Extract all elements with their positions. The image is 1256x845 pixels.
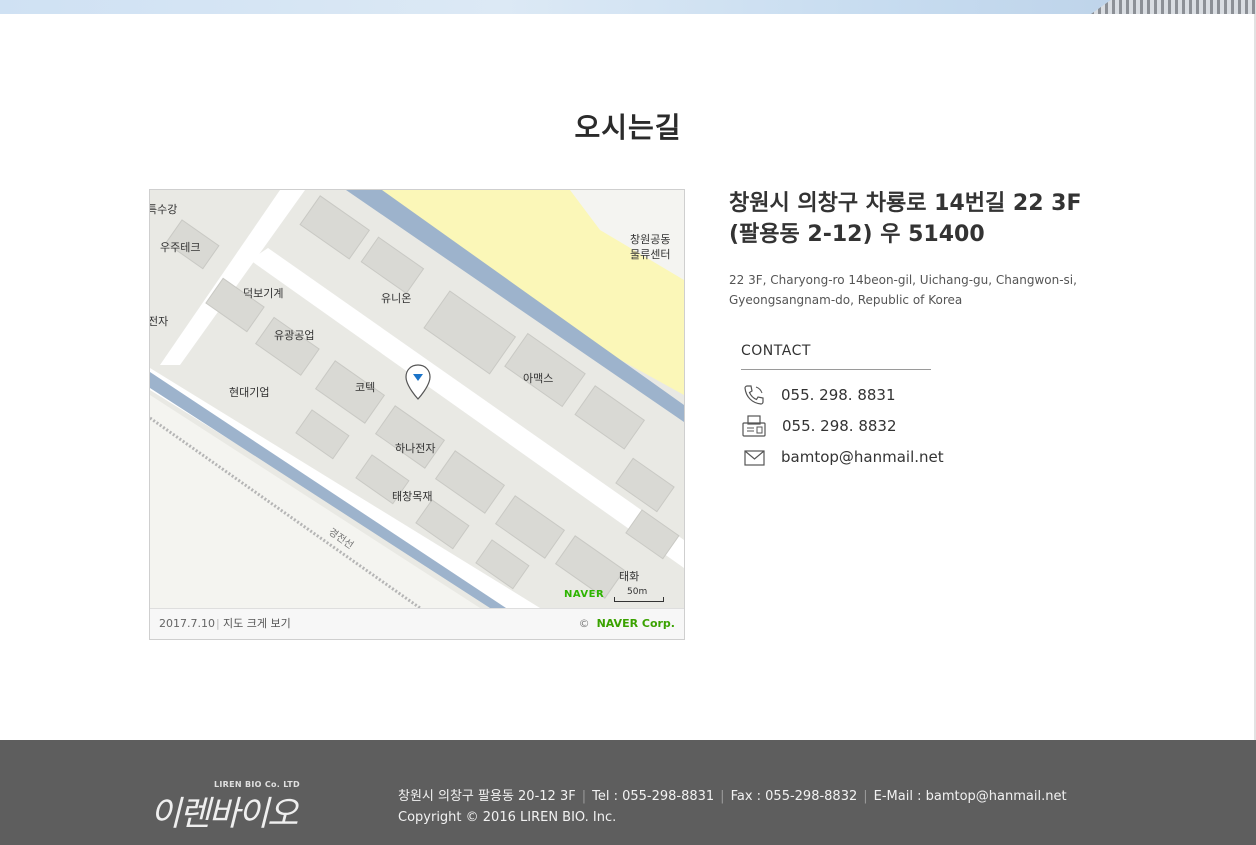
map-place-label: 유니온 (381, 292, 412, 305)
fax-icon (742, 415, 766, 437)
map-place-label: 현대기업 (229, 386, 270, 399)
map-place-label: 덕보기계 (243, 287, 284, 300)
map-place-label: 창원공동 (630, 233, 671, 246)
map-place-label: 아맥스 (523, 372, 554, 385)
map-scale-label: 50m (627, 587, 648, 597)
map-place-label: 물류센터 (630, 248, 671, 261)
map-footer: 2017.7.10 | 지도 크게 보기 © NAVER Corp. (150, 608, 684, 639)
contact-fax-row: 055. 298. 8832 (741, 414, 1001, 438)
footer-divider: | (863, 789, 868, 804)
map-pin-icon[interactable] (405, 364, 431, 400)
naver-corp-link[interactable]: NAVER Corp. (597, 617, 675, 630)
contact-phone-row: 055. 298. 8831 (741, 383, 1001, 407)
map-scale-bar (614, 597, 664, 602)
map-place-label: 태창목재 (392, 490, 433, 503)
footer-logo[interactable]: 이렌바이오 (150, 786, 298, 835)
map-place-label: 코텍 (355, 381, 376, 394)
address-korean-line1: 창원시 의창구 차룡로 14번길 22 3F (729, 191, 1082, 216)
map-copyright: © NAVER Corp. (579, 609, 675, 639)
phone-icon (744, 385, 764, 405)
map-place-label: 특수강 (149, 203, 178, 216)
mail-icon (744, 450, 765, 466)
copyright-symbol: © (578, 617, 590, 630)
address-english: 22 3F, Charyong-ro 14beon-gil, Uichang-g… (729, 270, 1119, 310)
address-english-line1: 22 3F, Charyong-ro 14beon-gil, Uichang-g… (729, 273, 1077, 287)
footer-tel: Tel : 055-298-8831 (592, 789, 715, 804)
map-place-label: 유광공업 (274, 329, 315, 342)
top-banner-image (0, 0, 1256, 14)
footer-address: 창원시 의창구 팔용동 20-12 3F (398, 789, 576, 804)
address-korean-line2: (팔용동 2-12) 우 51400 (729, 222, 985, 247)
footer-divider: | (581, 789, 587, 804)
footer-info: 창원시 의창구 팔용동 20-12 3F | Tel : 055-298-8831 |… (398, 786, 1067, 828)
footer-divider: | (720, 789, 725, 804)
map-place-label: 태화 (619, 570, 640, 583)
page-title: 오시는길 (574, 111, 682, 144)
contact-title: CONTACT (741, 343, 931, 370)
footer-copyright: Copyright © 2016 LIREN BIO. Inc. (398, 810, 617, 825)
naver-logo: NAVER (564, 589, 605, 600)
address-english-line2: Gyeongsangnam-do, Republic of Korea (729, 293, 963, 307)
banner-building (1091, 0, 1256, 14)
map-place-label: 전자 (149, 315, 169, 328)
contact-mail-row: bamtop@hanmail.net (741, 445, 1001, 469)
location-map[interactable]: 특수강 우주테크 덕보기계 유니온 전자 유광공업 현대기업 코텍 아맥스 하나… (149, 189, 685, 640)
footer-fax: Fax : 055-298-8832 (730, 789, 858, 804)
email-address[interactable]: bamtop@hanmail.net (781, 448, 944, 466)
fax-number[interactable]: 055. 298. 8832 (782, 417, 897, 435)
phone-number[interactable]: 055. 298. 8831 (781, 386, 896, 404)
site-footer: LIREN BIO Co. LTD 이렌바이오 창원시 의창구 팔용동 20-1… (0, 740, 1256, 845)
big-map-link[interactable]: 지도 크게 보기 (223, 609, 291, 639)
footer-email[interactable]: E-Mail : bamtop@hanmail.net (874, 789, 1067, 804)
map-date: 2017.7.10 (159, 617, 215, 630)
address-korean: 창원시 의창구 차룡로 14번길 22 3F (팔용동 2-12) 우 5140… (729, 188, 1149, 250)
map-place-label: 우주테크 (160, 241, 201, 254)
map-footer-divider: | (216, 617, 220, 630)
map-place-label: 하나전자 (395, 442, 436, 455)
